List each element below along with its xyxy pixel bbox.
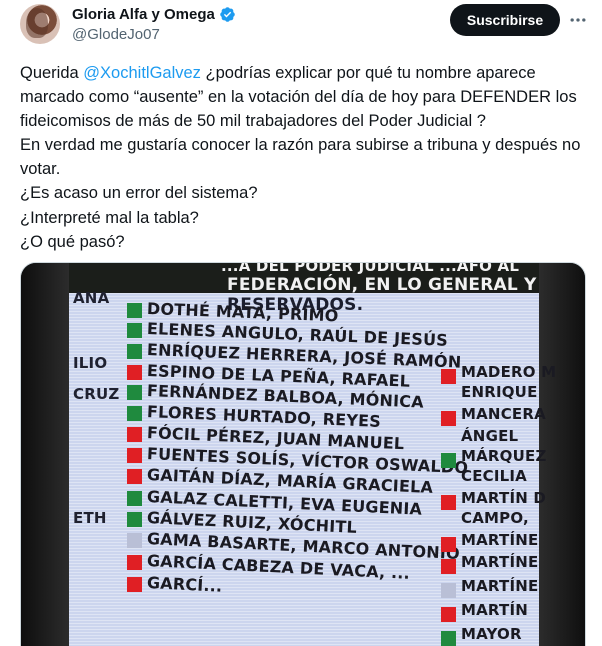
vote-indicator-contra [127,555,142,570]
vote-indicator-contra [441,537,456,552]
vote-indicator-contra [127,469,142,485]
vote-indicator-ausente [127,533,142,549]
right-column-fragment: CECILIA [461,467,527,485]
left-fragment: ANA [73,289,110,307]
vote-indicator-contra [127,427,142,443]
board-header-line-1: FEDERACIÓN, EN LO GENERAL Y [227,275,537,295]
subscribe-button[interactable]: Suscribirse [450,4,560,36]
author-display-name[interactable]: Gloria Alfa y Omega [72,6,215,23]
tweet-header: Gloria Alfa y Omega @GlodeJo07 Suscribir… [0,0,602,50]
mention-link[interactable]: @XochitlGalvez [83,64,201,82]
vote-indicator-favor [127,344,142,359]
right-column-fragment: CAMPO, [461,509,529,527]
avatar[interactable] [20,4,60,44]
left-fragment: ETH [73,509,107,527]
vote-indicator-favor [127,323,142,339]
vote-indicator-contra [441,495,456,510]
board-header-fragment: ...A DEL PODER JUDICIAL ...AFO AL [221,262,520,275]
more-horizontal-icon[interactable] [566,8,590,32]
legislator-name: GARCÍ... [146,572,223,596]
right-column-fragment: MARTÍNE [461,577,539,595]
vote-indicator-favor [127,385,142,401]
left-fragment: CRUZ [73,385,120,403]
tweet-prefix: Querida [20,64,84,82]
left-fragment: ILIO [73,354,108,372]
vote-indicator-favor [127,490,142,506]
vote-indicator-contra [441,411,456,426]
vote-indicator-favor [441,631,456,646]
vote-indicator-contra [441,559,456,574]
tweet-body: ¿podrías explicar por qué tu nombre apar… [20,64,581,251]
right-column-fragment: MARTÍNE [461,553,539,571]
author-name-row: Gloria Alfa y Omega [72,6,236,23]
vote-indicator-favor [441,453,456,468]
vote-indicator-favor [127,512,142,527]
vote-indicator-contra [127,576,142,592]
vote-indicator-contra [127,448,142,464]
right-column-fragment: MANCERA [461,405,546,423]
right-column-fragment: ÁNGEL [461,427,519,445]
right-column-fragment: MARTÍNE [461,531,539,549]
vote-indicator-ausente [441,583,456,598]
vote-indicator-contra [441,369,456,384]
tweet-image[interactable]: ...A DEL PODER JUDICIAL ...AFO AL FEDERA… [20,262,586,646]
vote-indicator-contra [441,607,456,622]
right-column-fragment: MARTÍN [461,601,528,619]
tweet-text: Querida @XochitlGalvez ¿podrías explicar… [20,61,586,254]
right-column-fragment: ENRIQUE [461,383,538,401]
image-left-edge [21,263,69,646]
vote-indicator-contra [127,364,142,380]
right-column-fragment: MADERO M [461,363,557,381]
vote-indicator-favor [127,303,142,318]
right-column-fragment: MAYOR [461,625,522,643]
author-handle[interactable]: @GlodeJo07 [72,26,160,43]
right-column-fragment: MARTÍN D [461,489,547,507]
right-column-fragment: MÁRQUEZ [461,447,547,465]
verified-badge-icon[interactable] [219,6,236,23]
vote-indicator-favor [127,406,142,422]
